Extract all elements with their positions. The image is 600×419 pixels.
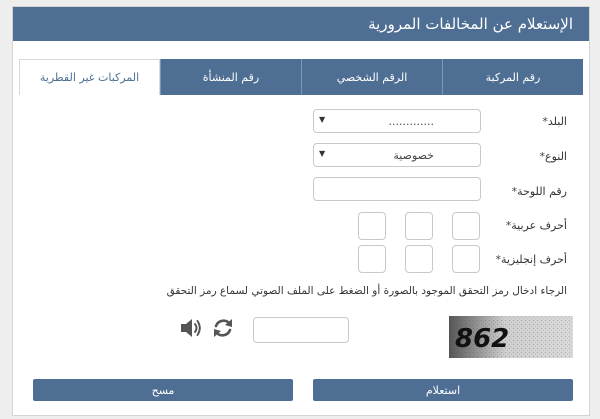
english-letter-input-2[interactable] (405, 245, 433, 273)
arabic-letters-label: أحرف عربية* (506, 219, 567, 232)
english-letter-input-3[interactable] (358, 245, 386, 273)
tab-establishment-number[interactable]: رقم المنشأة (160, 59, 301, 95)
arabic-letter-input-3[interactable] (358, 212, 386, 240)
type-select[interactable]: خصوصية ▼ (313, 143, 481, 167)
tab-label: رقم المركبة (485, 70, 541, 84)
english-letters-label-text: أحرف إنجليزية (500, 253, 567, 266)
type-select-value: خصوصية (393, 149, 434, 162)
refresh-icon-graphic (214, 319, 232, 337)
country-select-value: ............. (388, 115, 434, 128)
speaker-icon[interactable] (179, 316, 203, 340)
country-label-text: البلد (547, 115, 567, 128)
page-title: الإستعلام عن المخالفات المرورية (368, 15, 573, 33)
speaker-icon-graphic (181, 319, 201, 337)
search-type-tabs: رقم المركبة الرقم الشخصي رقم المنشأة الم… (19, 59, 583, 95)
arabic-letter-input-1[interactable] (452, 212, 480, 240)
search-button[interactable]: استعلام (313, 379, 573, 401)
dropdown-arrow-icon: ▼ (319, 115, 326, 124)
english-letter-input-1[interactable] (452, 245, 480, 273)
tab-label: الرقم الشخصي (336, 70, 408, 84)
arabic-letters-label-text: أحرف عربية (511, 219, 567, 232)
panel-header: الإستعلام عن المخالفات المرورية (13, 7, 589, 41)
english-letters-label: أحرف إنجليزية* (495, 253, 567, 266)
traffic-violations-panel: الإستعلام عن المخالفات المرورية رقم المر… (12, 6, 590, 416)
refresh-icon[interactable] (211, 316, 235, 340)
country-label: البلد* (542, 115, 567, 128)
captcha-input[interactable] (253, 317, 349, 343)
type-label-text: النوع (545, 150, 567, 163)
dropdown-arrow-icon: ▼ (319, 149, 326, 158)
country-select[interactable]: ............. ▼ (313, 109, 481, 133)
plate-number-label: رقم اللوحة* (512, 185, 567, 198)
type-label: النوع* (540, 150, 567, 163)
tab-label: رقم المنشأة (202, 70, 260, 84)
captcha-image: 862 (449, 316, 573, 358)
plate-number-label-text: رقم اللوحة (517, 185, 567, 198)
tab-vehicle-number[interactable]: رقم المركبة (442, 59, 583, 95)
captcha-text: 862 (455, 324, 509, 354)
tab-label: المركبات غير القطرية (39, 71, 140, 84)
captcha-image-graphic: 862 (449, 316, 573, 358)
captcha-instructions: الرجاء ادخال رمز التحقق الموجود بالصورة … (166, 285, 567, 297)
tab-personal-number[interactable]: الرقم الشخصي (301, 59, 442, 95)
arabic-letter-input-2[interactable] (405, 212, 433, 240)
clear-button[interactable]: مسح (33, 379, 293, 401)
plate-number-input[interactable] (313, 177, 481, 201)
tab-non-qatari-vehicles[interactable]: المركبات غير القطرية (19, 59, 160, 95)
